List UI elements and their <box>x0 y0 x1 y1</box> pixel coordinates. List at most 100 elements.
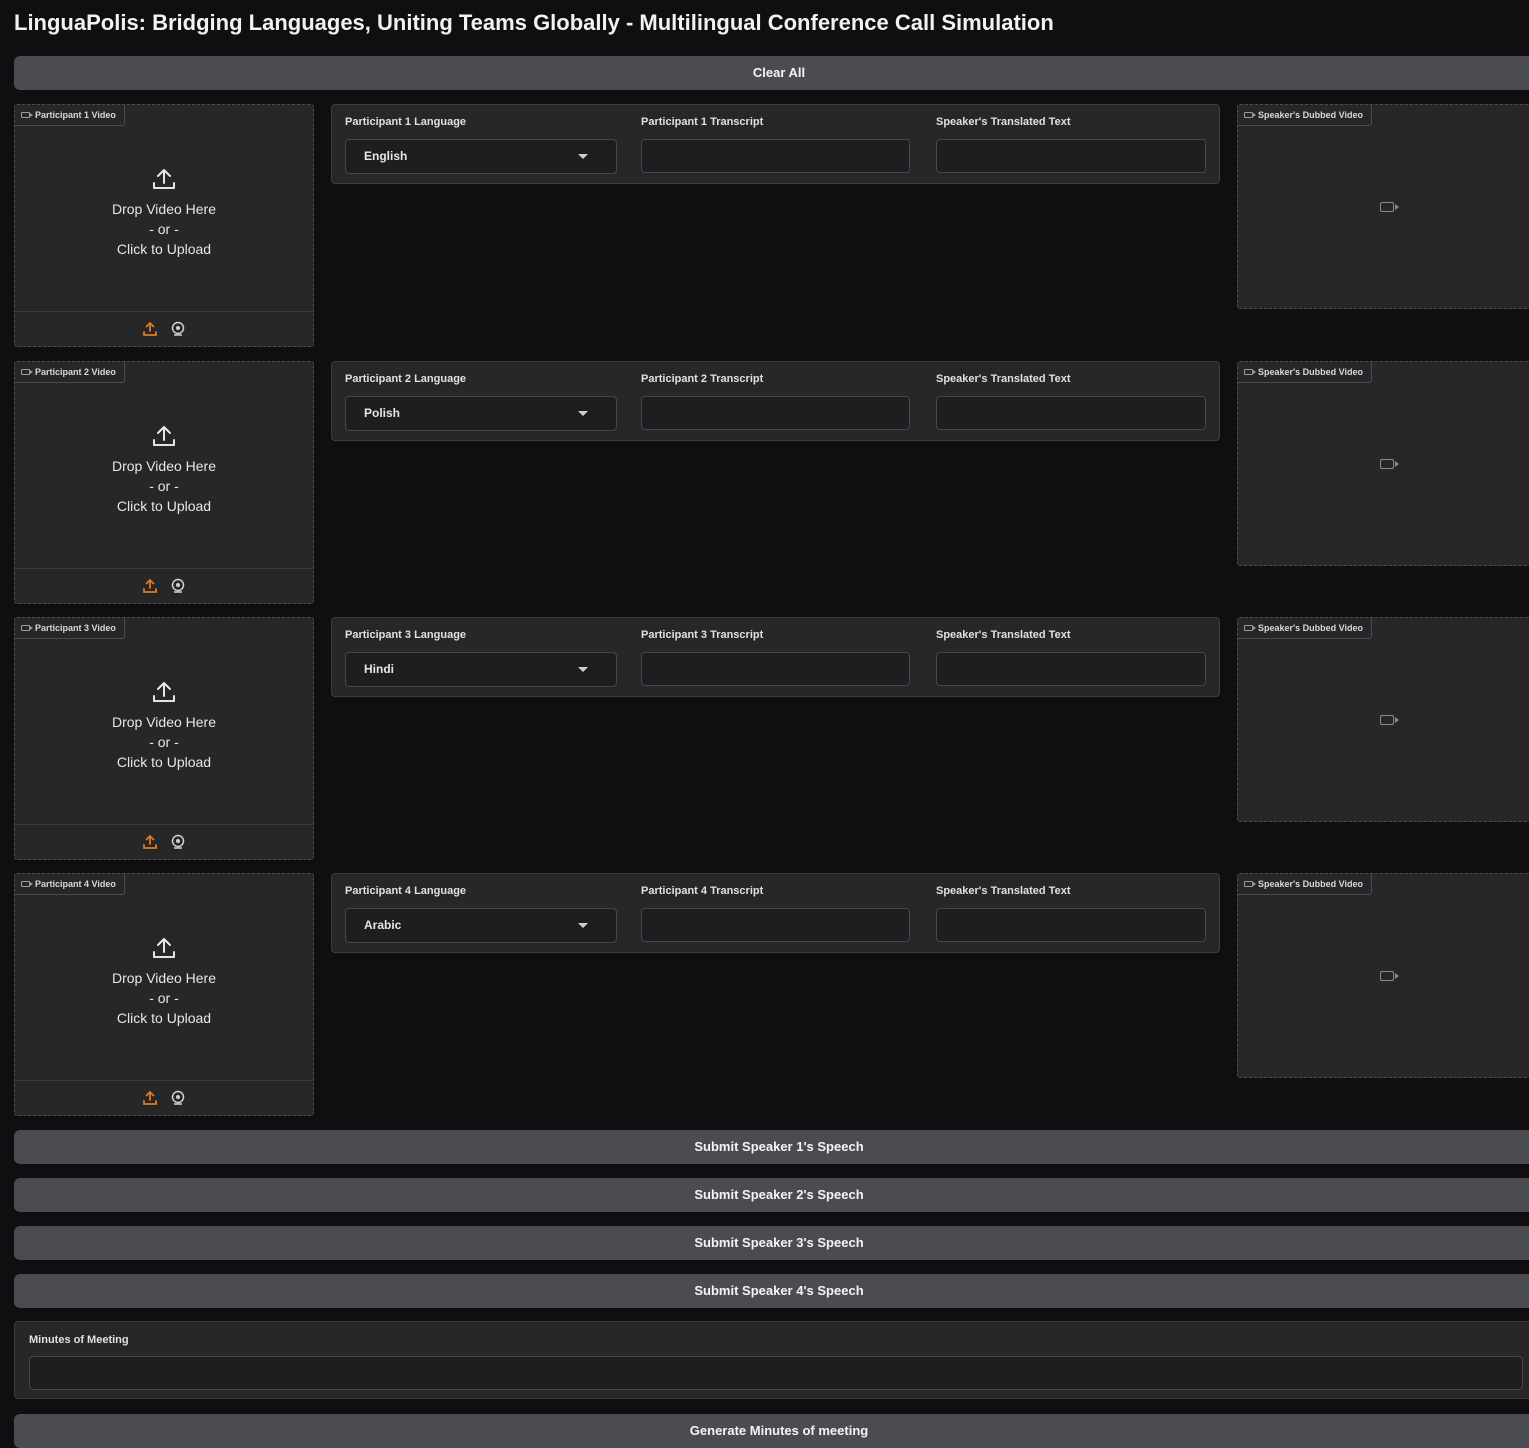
webcam-icon[interactable] <box>170 578 186 594</box>
participant-2-transcript-field[interactable] <box>641 396 910 430</box>
selected-language: English <box>364 149 408 163</box>
drop-zone[interactable]: Drop Video Here - or - Click to Upload <box>15 126 313 312</box>
video-camera-icon <box>1244 112 1256 118</box>
participant-1-panel: Participant 1 Language Participant 1 Tra… <box>331 104 1220 184</box>
video-camera-icon <box>1244 881 1256 887</box>
upload-source-icon[interactable] <box>142 321 158 337</box>
upload-source-bar <box>15 824 313 859</box>
participant-3-video-upload[interactable]: Participant 3 Video Drop Video Here - or… <box>14 617 314 860</box>
video-camera-icon <box>1380 971 1399 981</box>
badge-label: Participant 2 Video <box>35 366 116 377</box>
upload-arrow-icon <box>153 426 175 446</box>
badge-label: Participant 1 Video <box>35 109 116 120</box>
participant-2-language-dropdown[interactable]: Polish <box>345 396 617 431</box>
submit-speaker-2-button[interactable]: Submit Speaker 2's Speech <box>14 1178 1529 1212</box>
drop-instructions: Drop Video Here - or - Click to Upload <box>15 712 313 772</box>
transcript-label: Participant 1 Transcript <box>641 116 764 128</box>
transcript-label: Participant 4 Transcript <box>641 885 764 897</box>
badge-label: Participant 4 Video <box>35 878 116 889</box>
drop-zone[interactable]: Drop Video Here - or - Click to Upload <box>15 383 313 569</box>
minutes-field[interactable] <box>29 1356 1523 1390</box>
upload-arrow-icon <box>153 169 175 189</box>
video-camera-icon <box>1380 202 1399 212</box>
participant-3-translated-field[interactable] <box>936 652 1206 686</box>
drop-line: - or - <box>149 990 179 1006</box>
transcript-label: Participant 2 Transcript <box>641 373 764 385</box>
drop-line: Drop Video Here <box>111 714 217 730</box>
submit-speaker-1-button[interactable]: Submit Speaker 1's Speech <box>14 1130 1529 1164</box>
participant-4-transcript-field[interactable] <box>641 908 910 942</box>
drop-line: Click to Upload <box>116 1010 212 1026</box>
participant-3-transcript-field[interactable] <box>641 652 910 686</box>
participant-1-dubbed-video: Speaker's Dubbed Video <box>1237 104 1529 309</box>
drop-line: Click to Upload <box>116 498 212 514</box>
drop-line: Click to Upload <box>116 241 212 257</box>
submit-speaker-4-button[interactable]: Submit Speaker 4's Speech <box>14 1274 1529 1308</box>
participant-2-video-upload[interactable]: Participant 2 Video Drop Video Here - or… <box>14 361 314 604</box>
language-label: Participant 4 Language <box>345 885 467 897</box>
transcript-label: Participant 3 Transcript <box>641 629 764 641</box>
participant-4-translated-field[interactable] <box>936 908 1206 942</box>
upload-source-bar <box>15 568 313 603</box>
dubbed-video-badge: Speaker's Dubbed Video <box>1238 362 1373 383</box>
participant-3-panel: Participant 3 Language Participant 3 Tra… <box>331 617 1220 697</box>
participant-2-video-badge: Participant 2 Video <box>15 362 125 383</box>
dubbed-video-badge: Speaker's Dubbed Video <box>1238 105 1373 126</box>
submit-speaker-3-button[interactable]: Submit Speaker 3's Speech <box>14 1226 1529 1260</box>
participant-3-dubbed-video: Speaker's Dubbed Video <box>1237 617 1529 822</box>
video-camera-icon <box>1380 715 1399 725</box>
page-title: LinguaPolis: Bridging Languages, Uniting… <box>14 10 1054 35</box>
participant-1-video-upload[interactable]: Participant 1 Video Drop Video Here - or… <box>14 104 314 347</box>
drop-instructions: Drop Video Here - or - Click to Upload <box>15 199 313 259</box>
webcam-icon[interactable] <box>170 1090 186 1106</box>
participant-1-translated-field[interactable] <box>936 139 1206 173</box>
participant-3-language-dropdown[interactable]: Hindi <box>345 652 617 687</box>
participant-4-video-upload[interactable]: Participant 4 Video Drop Video Here - or… <box>14 873 314 1116</box>
upload-source-icon[interactable] <box>142 834 158 850</box>
drop-zone[interactable]: Drop Video Here - or - Click to Upload <box>15 639 313 825</box>
drop-instructions: Drop Video Here - or - Click to Upload <box>15 968 313 1028</box>
webcam-icon[interactable] <box>170 321 186 337</box>
dubbed-video-badge: Speaker's Dubbed Video <box>1238 618 1373 639</box>
clear-all-button[interactable]: Clear All <box>14 56 1529 90</box>
video-camera-icon <box>21 112 33 118</box>
selected-language: Arabic <box>364 918 402 932</box>
video-camera-icon <box>1380 459 1399 469</box>
upload-source-icon[interactable] <box>142 578 158 594</box>
dubbed-video-badge: Speaker's Dubbed Video <box>1238 874 1373 895</box>
selected-language: Polish <box>364 406 401 420</box>
upload-arrow-icon <box>153 938 175 958</box>
participant-2-dubbed-video: Speaker's Dubbed Video <box>1237 361 1529 566</box>
participant-4-video-badge: Participant 4 Video <box>15 874 125 895</box>
drop-line: - or - <box>149 221 179 237</box>
language-label: Participant 1 Language <box>345 116 467 128</box>
drop-line: Click to Upload <box>116 754 212 770</box>
drop-zone[interactable]: Drop Video Here - or - Click to Upload <box>15 895 313 1081</box>
language-label: Participant 3 Language <box>345 629 467 641</box>
chevron-down-icon <box>578 667 588 672</box>
language-label: Participant 2 Language <box>345 373 467 385</box>
participant-1-transcript-field[interactable] <box>641 139 910 173</box>
selected-language: Hindi <box>364 662 394 676</box>
drop-line: - or - <box>149 478 179 494</box>
participant-2-panel: Participant 2 Language Participant 2 Tra… <box>331 361 1220 441</box>
webcam-icon[interactable] <box>170 834 186 850</box>
video-camera-icon <box>1244 625 1256 631</box>
translated-label: Speaker's Translated Text <box>936 116 1071 128</box>
participant-1-language-dropdown[interactable]: English <box>345 139 617 174</box>
generate-minutes-button[interactable]: Generate Minutes of meeting <box>14 1414 1529 1448</box>
participant-2-translated-field[interactable] <box>936 396 1206 430</box>
drop-line: Drop Video Here <box>111 201 217 217</box>
drop-line: Drop Video Here <box>111 458 217 474</box>
upload-source-icon[interactable] <box>142 1090 158 1106</box>
translated-label: Speaker's Translated Text <box>936 629 1071 641</box>
video-camera-icon <box>21 881 33 887</box>
badge-label: Speaker's Dubbed Video <box>1258 878 1364 889</box>
participant-4-language-dropdown[interactable]: Arabic <box>345 908 617 943</box>
chevron-down-icon <box>578 154 588 159</box>
video-camera-icon <box>1244 369 1256 375</box>
minutes-label: Minutes of Meeting <box>29 1334 129 1346</box>
badge-label: Participant 3 Video <box>35 622 116 633</box>
upload-source-bar <box>15 311 313 346</box>
participant-3-video-badge: Participant 3 Video <box>15 618 125 639</box>
